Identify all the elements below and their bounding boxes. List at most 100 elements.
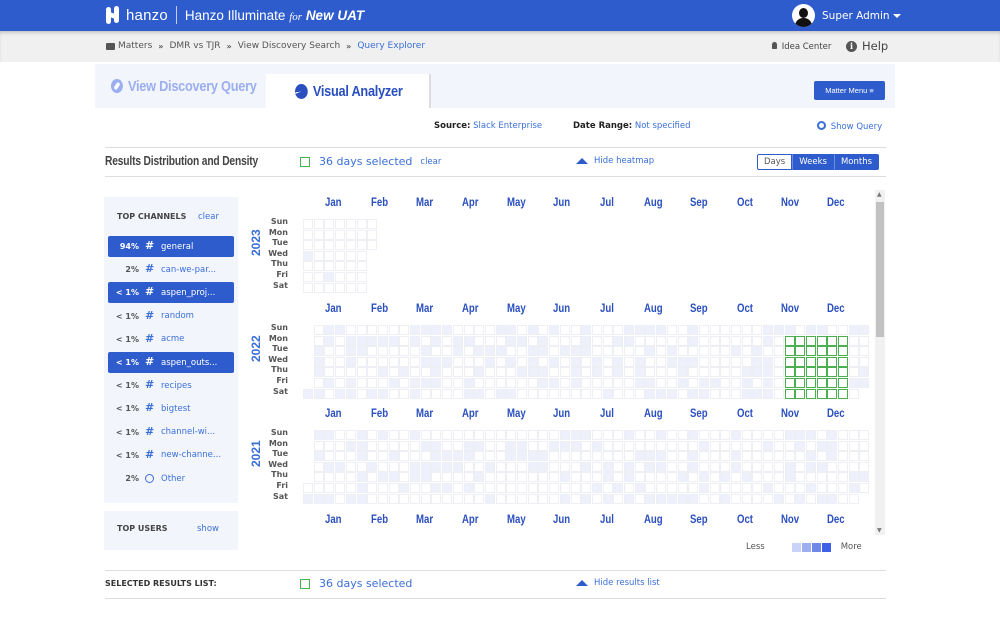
heatmap-day-cell[interactable] <box>848 472 859 483</box>
heatmap-day-cell[interactable] <box>805 451 816 462</box>
heatmap-day-cell[interactable] <box>624 335 634 346</box>
heatmap-day-cell-selected[interactable] <box>795 346 806 357</box>
heatmap-day-cell[interactable] <box>763 346 774 357</box>
heatmap-day-cell[interactable] <box>527 440 538 451</box>
heatmap-day-cell[interactable] <box>763 493 774 504</box>
heatmap-day-cell[interactable] <box>709 461 720 472</box>
heatmap-day-cell[interactable] <box>388 461 399 472</box>
heatmap-day-cell[interactable] <box>324 483 335 493</box>
heatmap-day-cell[interactable] <box>517 493 527 504</box>
heatmap-day-cell[interactable] <box>656 378 667 388</box>
heatmap-day-cell[interactable] <box>763 461 774 472</box>
heatmap-day-cell[interactable] <box>410 325 420 335</box>
heatmap-day-cell-selected[interactable] <box>795 356 806 367</box>
heatmap-day-cell-selected[interactable] <box>816 388 827 399</box>
heatmap-day-cell[interactable] <box>731 483 741 493</box>
heatmap-day-cell[interactable] <box>377 483 388 493</box>
heatmap-day-cell[interactable] <box>709 440 720 451</box>
heatmap-day-cell[interactable] <box>805 472 816 483</box>
heatmap-day-cell[interactable] <box>731 451 741 462</box>
heatmap-day-cell[interactable] <box>410 461 420 472</box>
top-users-show[interactable]: show <box>197 524 219 534</box>
heatmap-day-cell[interactable] <box>313 483 324 493</box>
heatmap-day-cell[interactable] <box>645 483 656 493</box>
heatmap-day-cell[interactable] <box>442 346 453 357</box>
heatmap-day-cell[interactable] <box>313 461 324 472</box>
heatmap-day-cell[interactable] <box>731 493 741 504</box>
heatmap-day-cell[interactable] <box>741 356 752 367</box>
heatmap-day-cell[interactable] <box>624 325 634 335</box>
heatmap-day-cell[interactable] <box>805 325 816 335</box>
heatmap-day-cell[interactable] <box>474 461 485 472</box>
heatmap-day-cell[interactable] <box>495 483 506 493</box>
heatmap-day-cell[interactable] <box>752 346 763 357</box>
heatmap-day-cell[interactable] <box>431 346 442 357</box>
heatmap-day-cell[interactable] <box>538 367 549 378</box>
heatmap-day-cell[interactable] <box>345 282 356 293</box>
heatmap-day-cell[interactable] <box>324 346 335 357</box>
heatmap-day-cell[interactable] <box>581 430 592 440</box>
heatmap-day-cell[interactable] <box>570 378 581 388</box>
heatmap-day-cell[interactable] <box>377 356 388 367</box>
heatmap-day-cell[interactable] <box>538 451 549 462</box>
heatmap-day-cell[interactable] <box>474 483 485 493</box>
heatmap-day-cell[interactable] <box>484 472 495 483</box>
heatmap-day-cell[interactable] <box>773 378 784 388</box>
heatmap-day-cell-selected[interactable] <box>784 388 795 399</box>
heatmap-day-cell[interactable] <box>527 430 538 440</box>
heatmap-day-cell[interactable] <box>581 356 592 367</box>
heatmap-day-cell[interactable] <box>474 440 485 451</box>
heatmap-day-cell[interactable] <box>816 493 827 504</box>
heatmap-day-cell[interactable] <box>367 346 378 357</box>
heatmap-day-cell[interactable] <box>666 325 677 335</box>
heatmap-day-cell[interactable] <box>773 483 784 493</box>
heatmap-day-cell[interactable] <box>666 472 677 483</box>
heatmap-day-cell[interactable] <box>559 461 570 472</box>
heatmap-day-cell[interactable] <box>720 367 731 378</box>
heatmap-day-cell[interactable] <box>356 493 367 504</box>
heatmap-day-cell[interactable] <box>335 388 346 399</box>
heatmap-day-cell[interactable] <box>591 440 602 451</box>
heatmap-day-cell[interactable] <box>484 483 495 493</box>
heatmap-day-cell[interactable] <box>345 325 356 335</box>
heatmap-day-cell[interactable] <box>805 493 816 504</box>
heatmap-day-cell[interactable] <box>795 440 806 451</box>
heatmap-day-cell[interactable] <box>335 472 346 483</box>
heatmap-day-cell[interactable] <box>313 346 324 357</box>
heatmap-day-cell-selected[interactable] <box>838 388 848 399</box>
channel-item[interactable]: < 1% aspen_proj... <box>108 282 234 304</box>
heatmap-day-cell[interactable] <box>688 367 699 378</box>
heatmap-day-cell[interactable] <box>688 335 699 346</box>
heatmap-day-cell[interactable] <box>431 325 442 335</box>
heatmap-day-cell[interactable] <box>324 378 335 388</box>
heatmap-day-cell[interactable] <box>559 493 570 504</box>
heatmap-day-cell[interactable] <box>431 367 442 378</box>
heatmap-day-cell[interactable] <box>848 388 859 399</box>
heatmap-day-cell[interactable] <box>324 472 335 483</box>
heatmap-day-cell[interactable] <box>527 388 538 399</box>
heatmap-day-cell[interactable] <box>484 451 495 462</box>
heatmap-day-cell[interactable] <box>324 451 335 462</box>
heatmap-day-cell[interactable] <box>591 367 602 378</box>
heatmap-day-cell[interactable] <box>859 335 870 346</box>
heatmap-day-cell[interactable] <box>377 325 388 335</box>
heatmap-day-cell[interactable] <box>335 451 346 462</box>
heatmap-day-cell[interactable] <box>656 472 667 483</box>
heatmap-day-cell[interactable] <box>367 461 378 472</box>
heatmap-day-cell[interactable] <box>420 325 431 335</box>
heatmap-day-cell[interactable] <box>773 388 784 399</box>
heatmap-day-cell[interactable] <box>656 430 667 440</box>
heatmap-day-cell[interactable] <box>442 388 453 399</box>
heatmap-day-cell[interactable] <box>313 240 324 251</box>
heatmap-day-cell[interactable] <box>602 461 613 472</box>
heatmap-day-cell[interactable] <box>645 325 656 335</box>
heatmap-day-cell-selected[interactable] <box>795 367 806 378</box>
heatmap-day-cell[interactable] <box>645 493 656 504</box>
heatmap-day-cell-selected[interactable] <box>816 378 827 388</box>
heatmap-day-cell[interactable] <box>666 388 677 399</box>
heatmap-day-cell[interactable] <box>698 451 709 462</box>
heatmap-day-cell[interactable] <box>741 440 752 451</box>
calendar-heatmap[interactable]: Jan Feb Mar Apr May Jun Jul Aug Sep Oct Nov Dec 2023… <box>243 190 885 535</box>
heatmap-day-cell-selected[interactable] <box>784 346 795 357</box>
heatmap-day-cell[interactable] <box>645 472 656 483</box>
